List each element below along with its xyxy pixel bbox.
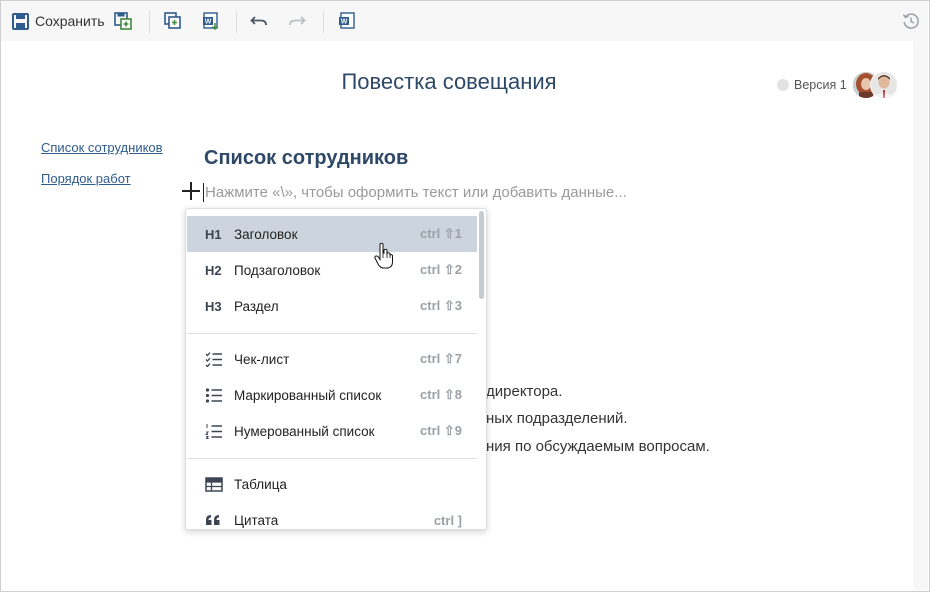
scroll-track[interactable] (913, 41, 928, 590)
menu-item-checklist[interactable]: Чек-лист ctrl ⇧7 (187, 341, 477, 377)
body-text-line: ных подразделений. (486, 410, 628, 427)
menu-item-section[interactable]: H3 Раздел ctrl ⇧3 (187, 288, 477, 324)
menu-item-shortcut: ctrl ⇧8 (420, 387, 462, 402)
h2-icon: H2 (205, 262, 222, 278)
menu-item-label: Цитата (234, 512, 279, 528)
plus-icon (182, 182, 200, 200)
history-icon (902, 13, 919, 29)
menu-divider (187, 333, 477, 334)
toc-link-work-order[interactable]: Порядок работ (41, 171, 131, 186)
menu-divider (187, 458, 477, 459)
redo-icon (289, 16, 306, 26)
avatar[interactable] (870, 71, 898, 99)
menu-item-table[interactable]: Таблица (187, 466, 477, 502)
insert-block-menu: H1 Заголовок ctrl ⇧1 H2 Подзаголовок ctr… (185, 208, 487, 530)
version-status-dot (777, 79, 789, 91)
svg-text:W: W (205, 19, 212, 26)
version-indicator[interactable]: Версия 1 (777, 78, 847, 92)
menu-item-label: Нумерованный список (234, 423, 375, 439)
table-icon (205, 476, 225, 492)
toolbar: Сохранить W W (1, 1, 928, 41)
hand-pointer-icon (374, 242, 394, 270)
menu-item-shortcut: ctrl ⇧7 (420, 351, 462, 366)
menu-item-label: Заголовок (234, 226, 298, 242)
body-text-line: ния по обсуждаемым вопросам. (486, 438, 710, 455)
add-block-button[interactable] (181, 180, 201, 202)
word-icon: W (339, 12, 355, 29)
menu-item-bulleted-list[interactable]: Маркированный список ctrl ⇧8 (187, 377, 477, 413)
menu-item-label: Чек-лист (234, 351, 290, 367)
menu-item-shortcut: ctrl ] (433, 512, 462, 528)
menu-item-heading[interactable]: H1 Заголовок ctrl ⇧1 (187, 216, 477, 252)
save-label: Сохранить (35, 13, 105, 29)
menu-item-label: Подзаголовок (234, 262, 321, 278)
menu-item-label: Раздел (234, 298, 279, 314)
toc-link-employees[interactable]: Список сотрудников (41, 140, 163, 155)
redo-button[interactable] (288, 10, 306, 32)
word-button[interactable]: W (338, 10, 356, 32)
h3-icon: H3 (205, 298, 222, 314)
page-title: Повестка совещания (341, 69, 557, 94)
checklist-icon (205, 351, 225, 367)
menu-item-shortcut: ctrl ⇧1 (420, 226, 462, 241)
section-heading: Список сотрудников (204, 147, 409, 169)
editor-placeholder[interactable]: Нажмите «\», чтобы оформить текст или до… (205, 184, 627, 201)
menu-item-label: Таблица (234, 476, 287, 492)
text-caret (203, 183, 204, 202)
body-text-line: директора. (486, 383, 563, 400)
menu-item-shortcut: ctrl ⇧2 (420, 262, 462, 277)
save-as-button[interactable] (114, 10, 132, 32)
quote-icon (205, 512, 225, 528)
user-avatar-icon (871, 72, 897, 98)
export-word-icon: W (203, 12, 219, 30)
menu-item-subheading[interactable]: H2 Подзаголовок ctrl ⇧2 (187, 252, 477, 288)
numbered-list-icon (205, 423, 225, 439)
version-label: Версия 1 (794, 78, 847, 92)
menu-scrollbar[interactable] (479, 211, 484, 299)
save-as-icon (114, 12, 132, 30)
menu-item-shortcut: ctrl ⇧3 (420, 298, 462, 313)
menu-item-numbered-list[interactable]: Нумерованный список ctrl ⇧9 (187, 413, 477, 449)
menu-item-label: Маркированный список (234, 387, 382, 403)
history-button[interactable] (902, 10, 920, 32)
copy-icon (164, 12, 181, 29)
save-icon (12, 12, 29, 30)
bulleted-list-icon (205, 387, 225, 403)
export-word-button[interactable]: W (202, 10, 220, 32)
copy-button[interactable] (164, 10, 182, 32)
save-button[interactable]: Сохранить (12, 10, 105, 32)
menu-item-shortcut: ctrl ⇧9 (420, 423, 462, 438)
h1-icon: H1 (205, 226, 222, 242)
menu-item-quote[interactable]: Цитата ctrl ] (187, 502, 477, 529)
svg-text:W: W (341, 19, 348, 26)
undo-icon (250, 16, 267, 26)
undo-button[interactable] (250, 10, 268, 32)
